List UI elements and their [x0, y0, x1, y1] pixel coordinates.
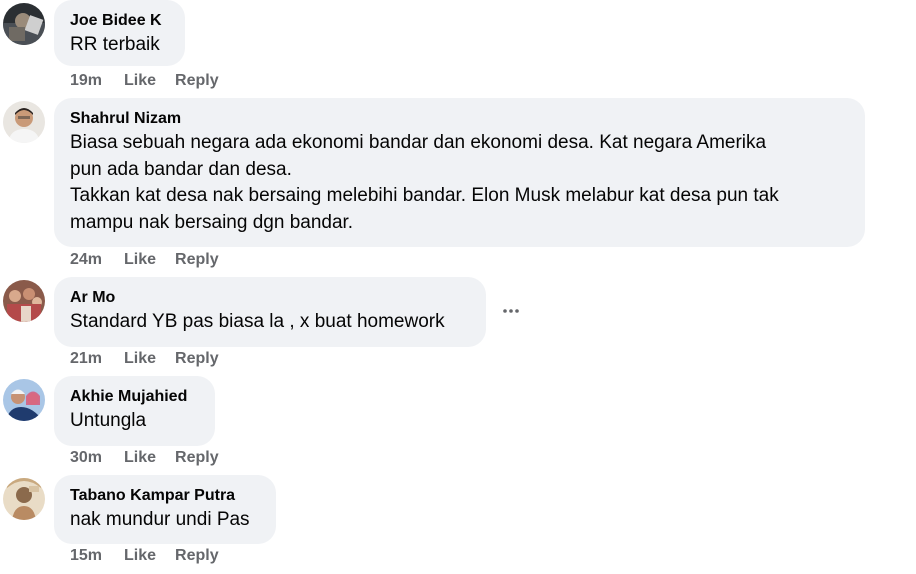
- avatar[interactable]: [3, 379, 45, 421]
- like-button[interactable]: Like: [124, 448, 156, 468]
- like-button[interactable]: Like: [124, 546, 156, 566]
- comment-actions: 24m Like Reply: [70, 250, 219, 270]
- comment-bubble: Shahrul Nizam Biasa sebuah negara ada ek…: [54, 98, 865, 247]
- reply-button[interactable]: Reply: [175, 71, 219, 91]
- reply-button[interactable]: Reply: [175, 349, 219, 369]
- comment-bubble: Joe Bidee K RR terbaik: [54, 0, 185, 66]
- comment-text: Biasa sebuah negara ada ekonomi bandar d…: [70, 132, 779, 233]
- comment-bubble: Tabano Kampar Putra nak mundur undi Pas: [54, 475, 276, 544]
- more-options-icon[interactable]: [500, 300, 522, 322]
- reply-button[interactable]: Reply: [175, 250, 219, 270]
- comment-bubble: Ar Mo Standard YB pas biasa la , x buat …: [54, 277, 486, 347]
- comment-timestamp[interactable]: 24m: [70, 250, 102, 270]
- comment-timestamp[interactable]: 21m: [70, 349, 102, 369]
- comment-actions: 21m Like Reply: [70, 349, 219, 369]
- comment-timestamp[interactable]: 19m: [70, 71, 102, 91]
- comment-bubble: Akhie Mujahied Untungla: [54, 376, 215, 446]
- comment-actions: 15m Like Reply: [70, 546, 219, 566]
- comment-text: nak mundur undi Pas: [70, 509, 250, 530]
- comment-text: RR terbaik: [70, 34, 160, 55]
- like-button[interactable]: Like: [124, 71, 156, 91]
- comment-actions: 19m Like Reply: [70, 71, 219, 91]
- comment-actions: 30m Like Reply: [70, 448, 219, 468]
- reply-button[interactable]: Reply: [175, 546, 219, 566]
- comment-author[interactable]: Akhie Mujahied: [70, 387, 199, 407]
- comment-author[interactable]: Joe Bidee K: [70, 11, 169, 31]
- avatar[interactable]: [3, 280, 45, 322]
- comment-timestamp[interactable]: 30m: [70, 448, 102, 468]
- avatar[interactable]: [3, 101, 45, 143]
- reply-button[interactable]: Reply: [175, 448, 219, 468]
- avatar[interactable]: [3, 478, 45, 520]
- like-button[interactable]: Like: [124, 250, 156, 270]
- comment-author[interactable]: Shahrul Nizam: [70, 109, 849, 129]
- comment-author[interactable]: Tabano Kampar Putra: [70, 486, 260, 506]
- like-button[interactable]: Like: [124, 349, 156, 369]
- comment-timestamp[interactable]: 15m: [70, 546, 102, 566]
- comment-text: Standard YB pas biasa la , x buat homewo…: [70, 311, 445, 332]
- comment-text: Untungla: [70, 410, 147, 431]
- avatar[interactable]: [3, 3, 45, 45]
- comment-author[interactable]: Ar Mo: [70, 288, 470, 308]
